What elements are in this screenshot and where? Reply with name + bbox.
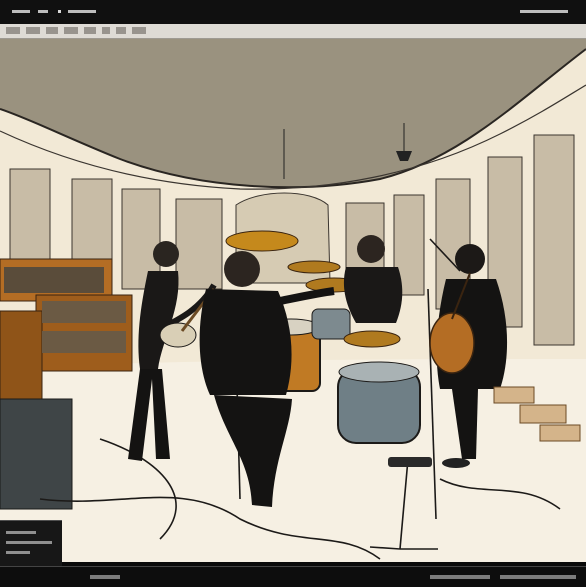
select-icon[interactable] [102, 27, 110, 34]
view-icon[interactable] [46, 27, 58, 34]
edit-icon[interactable] [26, 27, 40, 34]
status-mark [430, 575, 490, 579]
panel-row [6, 551, 30, 554]
image-icon[interactable] [64, 27, 78, 34]
navigator-panel[interactable] [0, 520, 62, 567]
title-bar-mark [58, 10, 61, 13]
status-bar [0, 566, 586, 587]
toolbar [0, 24, 586, 39]
title-bar-mark [38, 10, 48, 13]
band-illustration [0, 39, 586, 562]
window-icon[interactable] [132, 27, 146, 34]
title-bar-mark [520, 10, 568, 13]
image-canvas[interactable] [0, 39, 586, 562]
panel-row [6, 531, 36, 534]
title-bar-mark [68, 10, 96, 13]
layer-icon[interactable] [84, 27, 96, 34]
status-mark [500, 575, 576, 579]
stool-seat [442, 458, 470, 468]
filter-icon[interactable] [116, 27, 126, 34]
stool-seat [388, 457, 432, 467]
title-bar-mark [12, 10, 30, 13]
status-mark [90, 575, 120, 579]
file-icon[interactable] [6, 27, 20, 34]
title-bar [0, 0, 586, 24]
panel-row [6, 541, 52, 544]
